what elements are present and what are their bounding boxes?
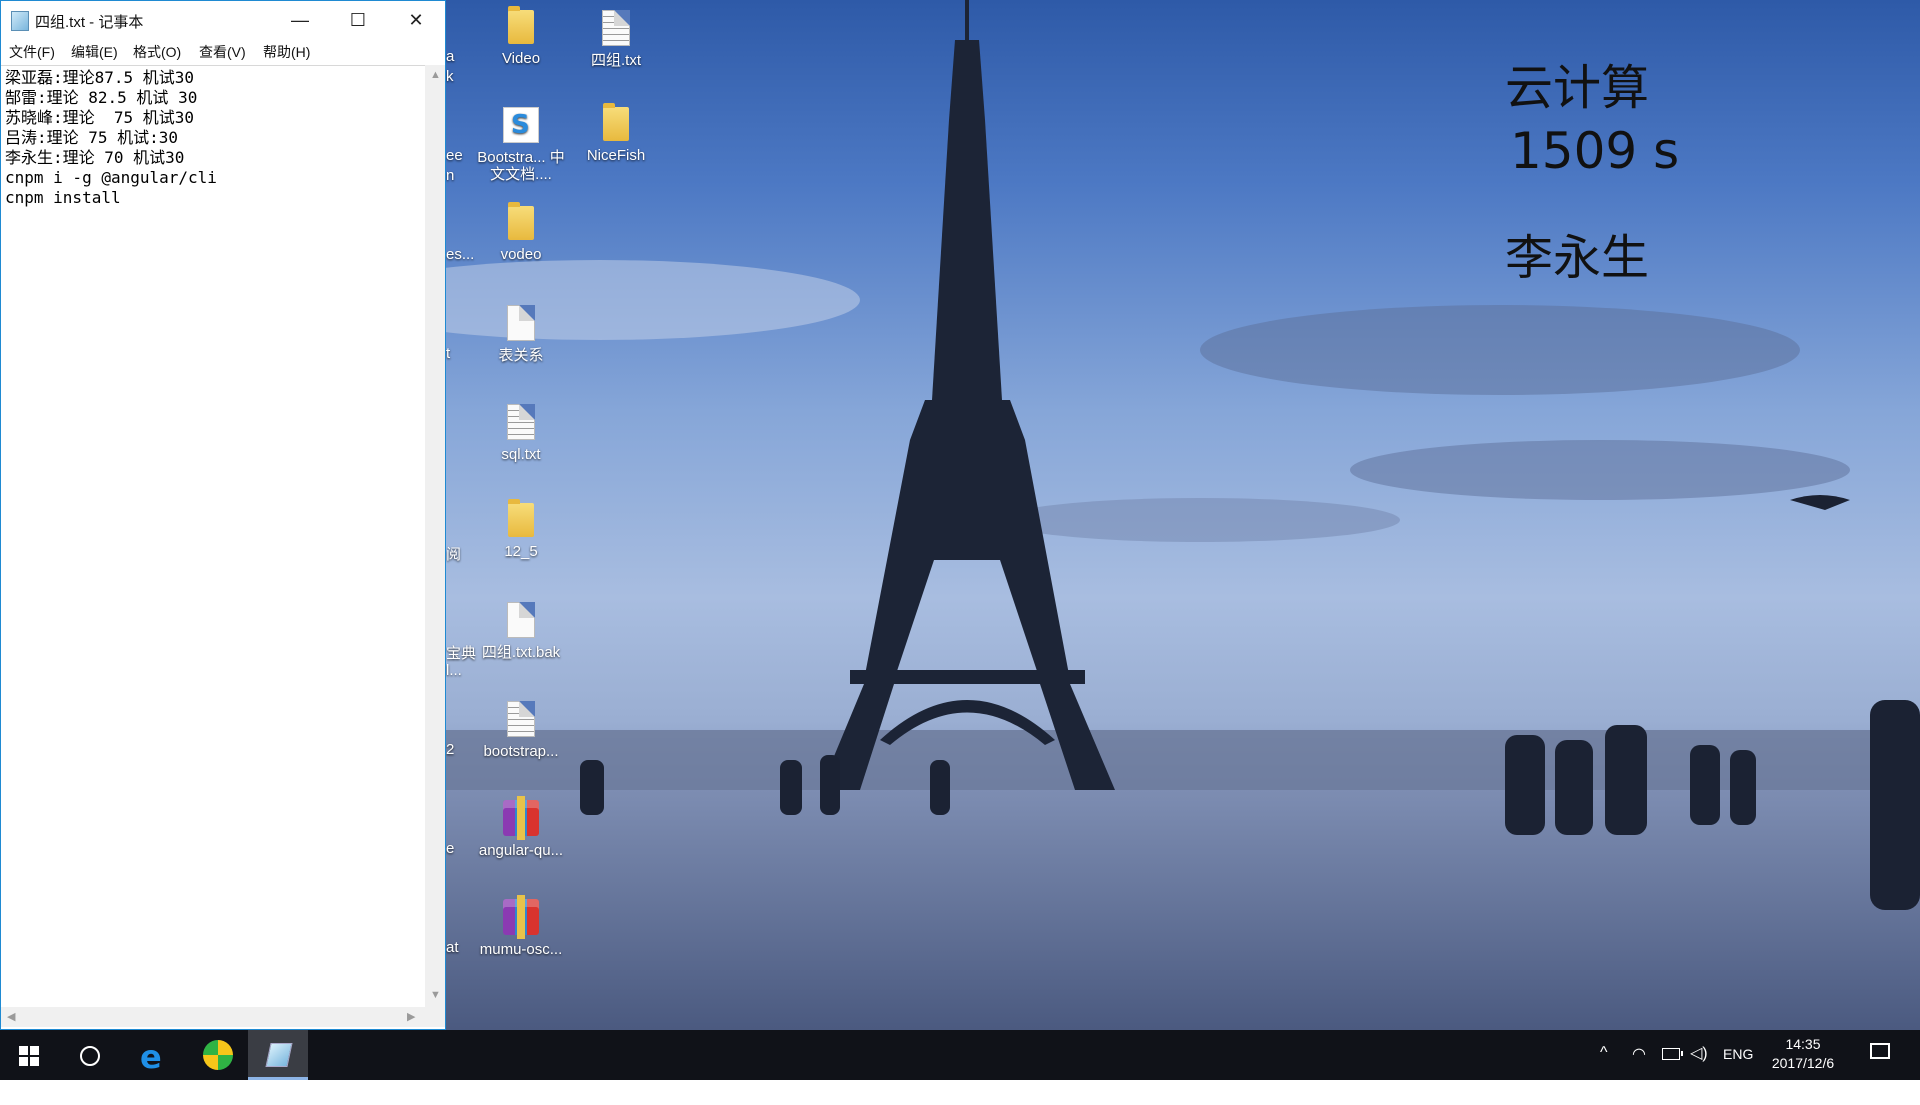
cortana-icon [80, 1046, 100, 1066]
text-file-icon [507, 404, 535, 440]
title-bar[interactable]: 四组.txt - 记事本 — ☐ ✕ [1, 1, 445, 39]
partial-label: t [446, 345, 451, 362]
text-file-icon [602, 10, 630, 46]
eiffel-tower [820, 0, 1115, 790]
close-button[interactable]: ✕ [387, 1, 445, 39]
windows-logo-icon [19, 1046, 39, 1066]
taskbar: e ^ ◠ ◁) ENG 14:35 2017/12/6 [0, 1030, 1920, 1080]
partial-label: 阅 [446, 546, 462, 563]
partial-label: l... [446, 662, 462, 679]
partial-label: k [446, 68, 454, 85]
overlay-time: 1509 s [1510, 122, 1680, 180]
desktop-icon-sizu-bak[interactable]: 四组.txt.bak [473, 602, 569, 661]
text-line: 梁亚磊:理论87.5 机试30 [5, 68, 195, 87]
clock-date[interactable]: 2017/12/6 [1760, 1055, 1846, 1105]
file-icon [507, 305, 535, 341]
menu-help[interactable]: 帮助(H) [263, 42, 310, 62]
menu-edit[interactable]: 编辑(E) [71, 42, 118, 62]
desktop-icon-angular-qu[interactable]: angular-qu... [473, 796, 569, 859]
show-hidden-icons-chevron-icon[interactable]: ^ [1600, 1044, 1608, 1094]
folder-icon [508, 6, 534, 44]
folder-icon [603, 103, 629, 141]
archive-icon [503, 895, 539, 939]
scroll-left-arrow-icon[interactable]: ◀ [7, 1010, 15, 1023]
desktop-icon-sizu-txt[interactable]: 四组.txt [568, 10, 664, 69]
text-line: cnpm i -g @angular/cli [5, 168, 217, 187]
window-title: 四组.txt - 记事本 [35, 14, 144, 31]
overlay-title: 云计算 [1505, 60, 1650, 116]
partial-label: ee [446, 147, 463, 164]
desktop-icon-nicefish[interactable]: NiceFish [568, 103, 664, 164]
overlay-name: 李永生 [1505, 230, 1650, 286]
partial-label: n [446, 167, 455, 184]
minimize-button[interactable]: — [271, 1, 329, 39]
menu-file[interactable]: 文件(F) [9, 42, 55, 62]
text-line: 李永生:理论 70 机试30 [5, 148, 185, 167]
volume-icon[interactable]: ◁) [1690, 1043, 1708, 1093]
maximize-button[interactable]: ☐ [329, 1, 387, 39]
partial-label: at [446, 939, 459, 956]
music-app-taskbar-button[interactable] [188, 1030, 246, 1080]
partial-label: 2 [446, 741, 455, 758]
cortana-button[interactable] [60, 1030, 118, 1080]
partial-label: a [446, 48, 455, 65]
desktop-icon-bootstrap[interactable]: bootstrap... [473, 701, 569, 760]
notepad-window[interactable]: 四组.txt - 记事本 — ☐ ✕ 文件(F) 编辑(E) 格式(O) 查看(… [0, 0, 446, 1030]
partial-label: e [446, 840, 455, 857]
text-editor[interactable]: 梁亚磊:理论87.5 机试30 郜雷:理论 82.5 机试 30 苏晓峰:理论 75… [1, 65, 425, 1007]
edge-icon: e [140, 1038, 162, 1076]
notepad-icon [265, 1043, 293, 1067]
start-button[interactable] [0, 1030, 58, 1080]
desktop-icon-table-relations[interactable]: 表关系 [473, 305, 569, 364]
network-icon[interactable]: ◠ [1632, 1044, 1646, 1094]
desktop-icon-12-5[interactable]: 12_5 [473, 499, 569, 560]
edge-taskbar-button[interactable]: e [124, 1030, 182, 1080]
desktop-icon-mumu-osc[interactable]: mumu-osc... [473, 895, 569, 958]
text-line: 苏晓峰:理论 75 机试30 [5, 108, 195, 127]
archive-icon [503, 796, 539, 840]
partial-label: es... [446, 246, 475, 263]
scroll-right-arrow-icon[interactable]: ▶ [407, 1010, 415, 1023]
language-indicator[interactable]: ENG [1723, 1046, 1753, 1096]
scroll-down-arrow-icon[interactable]: ▼ [430, 989, 441, 1001]
notepad-icon [11, 11, 29, 31]
menu-format[interactable]: 格式(O) [133, 42, 181, 62]
music-app-icon [203, 1040, 233, 1070]
text-line: 吕涛:理论 75 机试:30 [5, 128, 179, 147]
text-file-icon [507, 701, 535, 737]
notepad-taskbar-button[interactable] [248, 1030, 308, 1080]
desktop-icon-sql-txt[interactable]: sql.txt [473, 404, 569, 463]
menu-view[interactable]: 查看(V) [199, 42, 246, 62]
menu-bar: 文件(F) 编辑(E) 格式(O) 查看(V) 帮助(H) [1, 39, 445, 63]
sogou-doc-icon [503, 107, 539, 143]
text-line: cnpm install [5, 188, 121, 207]
folder-icon [508, 202, 534, 240]
desktop-icon-video[interactable]: Video [473, 6, 569, 67]
desktop-icon-bootstrap-doc[interactable]: Bootstra... 中文文档.... [473, 107, 569, 183]
folder-icon [508, 499, 534, 537]
battery-icon[interactable] [1662, 1048, 1683, 1060]
vertical-scrollbar[interactable]: ▲ ▼ [425, 65, 445, 1007]
partial-label: 宝典 [446, 645, 477, 662]
text-line: 郜雷:理论 82.5 机试 30 [5, 88, 198, 107]
desktop-icon-vodeo[interactable]: vodeo [473, 202, 569, 263]
scroll-up-arrow-icon[interactable]: ▲ [430, 69, 441, 81]
resize-grip-icon[interactable] [425, 1007, 445, 1027]
action-center-icon[interactable] [1870, 1043, 1890, 1059]
file-icon [507, 602, 535, 638]
horizontal-scrollbar[interactable]: ◀ ▶ [1, 1007, 425, 1027]
